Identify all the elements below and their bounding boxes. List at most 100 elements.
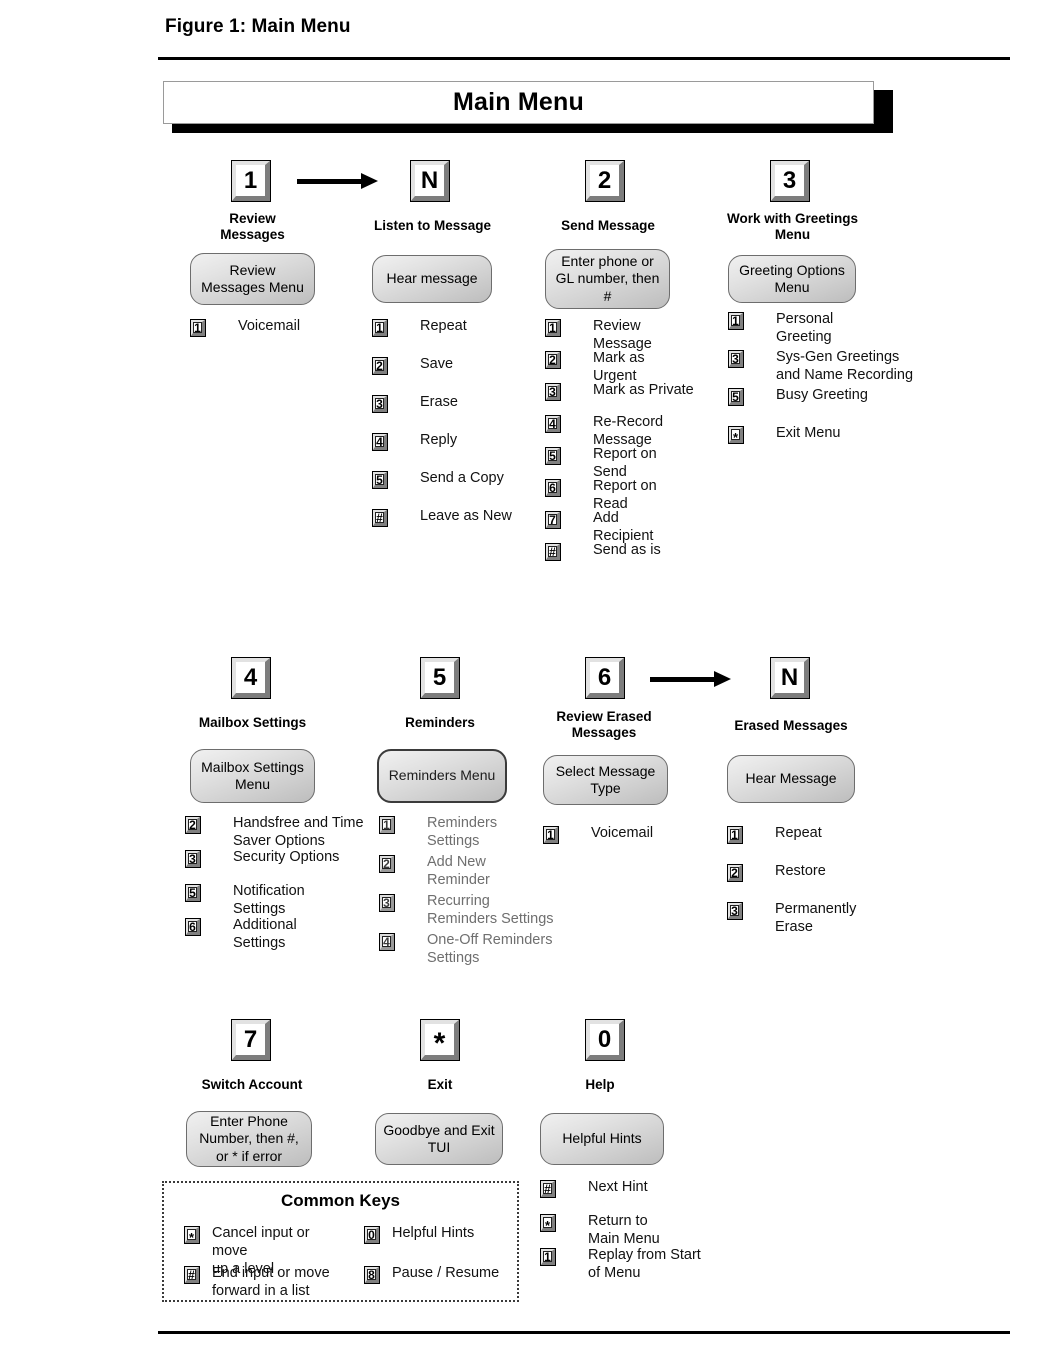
option-key-3[interactable]: 3 xyxy=(379,894,395,912)
menu-option-row[interactable]: 1 Personal Greeting xyxy=(728,311,833,347)
menu-option-row[interactable]: 4 Re-Record Message xyxy=(545,414,663,450)
option-key-hash[interactable]: # xyxy=(184,1266,200,1284)
option-key-2[interactable]: 2 xyxy=(727,864,743,882)
menu-capsule-erased-messages[interactable]: Hear Message xyxy=(727,755,855,803)
menu-option-row[interactable]: 4 One-Off Reminders Settings xyxy=(379,932,552,968)
keypad-key-2[interactable]: 2 xyxy=(585,160,625,202)
menu-option-row[interactable]: 1 Voicemail xyxy=(190,318,300,337)
option-key-1[interactable]: 1 xyxy=(379,816,395,834)
option-key-0[interactable]: 0 xyxy=(364,1226,380,1244)
menu-option-row[interactable]: 2 Mark as Urgent xyxy=(545,350,645,386)
keypad-key-label: 4 xyxy=(243,663,258,691)
option-key-1[interactable]: 1 xyxy=(728,312,744,330)
menu-option-row[interactable]: # Leave as New xyxy=(372,508,512,527)
option-key-5[interactable]: 5 xyxy=(185,884,201,902)
menu-option-row[interactable]: 3 Permanently Erase xyxy=(727,901,856,937)
menu-option-row[interactable]: 3 Mark as Private xyxy=(545,382,694,401)
keypad-key-5[interactable]: 5 xyxy=(420,657,460,699)
menu-capsule-work-with-greetings[interactable]: Greeting Options Menu xyxy=(728,255,856,303)
option-key-2[interactable]: 2 xyxy=(545,351,561,369)
option-key-3[interactable]: 3 xyxy=(372,395,388,413)
option-key-star[interactable]: * xyxy=(184,1226,200,1244)
option-key-1[interactable]: 1 xyxy=(543,826,559,844)
menu-option-row[interactable]: * Return to Main Menu xyxy=(540,1213,660,1249)
option-key-1[interactable]: 1 xyxy=(540,1248,556,1266)
option-key-5[interactable]: 5 xyxy=(545,447,561,465)
option-key-5[interactable]: 5 xyxy=(728,388,744,406)
option-key-8[interactable]: 8 xyxy=(364,1266,380,1284)
option-key-1[interactable]: 1 xyxy=(545,319,561,337)
keypad-key-n[interactable]: N xyxy=(770,657,810,699)
menu-option-row[interactable]: 3 Erase xyxy=(372,394,458,413)
option-key-hash[interactable]: # xyxy=(545,543,561,561)
menu-option-row[interactable]: 5 Report on Send xyxy=(545,446,657,482)
option-key-hash[interactable]: # xyxy=(540,1180,556,1198)
option-key-3[interactable]: 3 xyxy=(185,850,201,868)
option-key-5[interactable]: 5 xyxy=(372,471,388,489)
menu-capsule-switch-account[interactable]: Enter Phone Number, then #, or * if erro… xyxy=(186,1111,312,1167)
keypad-key-3[interactable]: 3 xyxy=(770,160,810,202)
menu-option-row[interactable]: 5 Busy Greeting xyxy=(728,387,868,406)
option-key-4[interactable]: 4 xyxy=(379,933,395,951)
option-key-label: # xyxy=(188,1267,195,1282)
menu-option-row[interactable]: 6 Report on Read xyxy=(545,478,657,514)
menu-option-row[interactable]: 1 Repeat xyxy=(727,825,822,844)
option-key-6[interactable]: 6 xyxy=(185,918,201,936)
menu-option-row[interactable]: 5 Send a Copy xyxy=(372,470,504,489)
menu-capsule-help[interactable]: Helpful Hints xyxy=(540,1113,664,1165)
keypad-key-4[interactable]: 4 xyxy=(231,657,271,699)
menu-option-row[interactable]: 2 Handsfree and Time Saver Options xyxy=(185,815,364,851)
keypad-key-7[interactable]: 7 xyxy=(231,1019,271,1061)
menu-option-row[interactable]: 1 Repeat xyxy=(372,318,467,337)
menu-option-row[interactable]: 4 Reply xyxy=(372,432,457,451)
keypad-key-6[interactable]: 6 xyxy=(585,657,625,699)
menu-option-row[interactable]: 1 Replay from Start of Menu xyxy=(540,1247,701,1283)
option-key-hash[interactable]: # xyxy=(372,509,388,527)
menu-option-row[interactable]: 1 Voicemail xyxy=(543,825,653,844)
menu-option-row[interactable]: 3 Recurring Reminders Settings xyxy=(379,893,554,929)
menu-option-row[interactable]: 1 Review Message xyxy=(545,318,652,354)
option-key-2[interactable]: 2 xyxy=(372,357,388,375)
keypad-key-1[interactable]: 1 xyxy=(231,160,271,202)
menu-option-row[interactable]: * Exit Menu xyxy=(728,425,840,444)
option-key-2[interactable]: 2 xyxy=(185,816,201,834)
menu-option-row[interactable]: 7 Add Recipient xyxy=(545,510,653,546)
menu-option-row[interactable]: 2 Restore xyxy=(727,863,826,882)
common-keys-title: Common Keys xyxy=(280,1191,401,1210)
menu-option-row[interactable]: 6 Additional Settings xyxy=(185,917,297,953)
menu-option-row[interactable]: # Next Hint xyxy=(540,1179,648,1198)
menu-option-row[interactable]: 2 Add New Reminder xyxy=(379,854,490,890)
option-key-star[interactable]: * xyxy=(728,426,744,444)
common-key-row[interactable]: # End input or move forward in a list xyxy=(184,1265,334,1301)
option-key-star[interactable]: * xyxy=(540,1214,556,1232)
option-key-1[interactable]: 1 xyxy=(372,319,388,337)
option-key-3[interactable]: 3 xyxy=(545,383,561,401)
menu-option-row[interactable]: 1 Reminders Settings xyxy=(379,815,497,851)
option-key-6[interactable]: 6 xyxy=(545,479,561,497)
menu-capsule-listen-to-message[interactable]: Hear message xyxy=(372,255,492,303)
option-key-3[interactable]: 3 xyxy=(727,902,743,920)
common-key-row[interactable]: 8 Pause / Resume xyxy=(364,1265,504,1284)
menu-option-row[interactable]: 3 Security Options xyxy=(185,849,339,868)
common-key-row[interactable]: 0 Helpful Hints xyxy=(364,1225,504,1244)
option-key-4[interactable]: 4 xyxy=(372,433,388,451)
menu-capsule-exit[interactable]: Goodbye and Exit TUI xyxy=(375,1113,503,1165)
keypad-key-n[interactable]: N xyxy=(410,160,450,202)
menu-option-row[interactable]: 5 Notification Settings xyxy=(185,883,305,919)
menu-capsule-review-erased-messages[interactable]: Select Message Type xyxy=(543,755,668,805)
option-key-4[interactable]: 4 xyxy=(545,415,561,433)
keypad-key-star[interactable]: * xyxy=(420,1019,460,1061)
menu-option-row[interactable]: 2 Save xyxy=(372,356,453,375)
menu-option-row[interactable]: # Send as is xyxy=(545,542,661,561)
menu-capsule-reminders[interactable]: Reminders Menu xyxy=(377,749,507,803)
option-key-2[interactable]: 2 xyxy=(379,855,395,873)
menu-capsule-send-message[interactable]: Enter phone or GL number, then # xyxy=(545,249,670,309)
menu-option-row[interactable]: 3 Sys-Gen Greetings and Name Recording xyxy=(728,349,913,385)
option-key-3[interactable]: 3 xyxy=(728,350,744,368)
keypad-key-0[interactable]: 0 xyxy=(585,1019,625,1061)
option-key-1[interactable]: 1 xyxy=(727,826,743,844)
option-key-1[interactable]: 1 xyxy=(190,319,206,337)
menu-capsule-mailbox-settings[interactable]: Mailbox Settings Menu xyxy=(190,749,315,803)
menu-capsule-review-messages[interactable]: Review Messages Menu xyxy=(190,253,315,305)
option-key-7[interactable]: 7 xyxy=(545,511,561,529)
